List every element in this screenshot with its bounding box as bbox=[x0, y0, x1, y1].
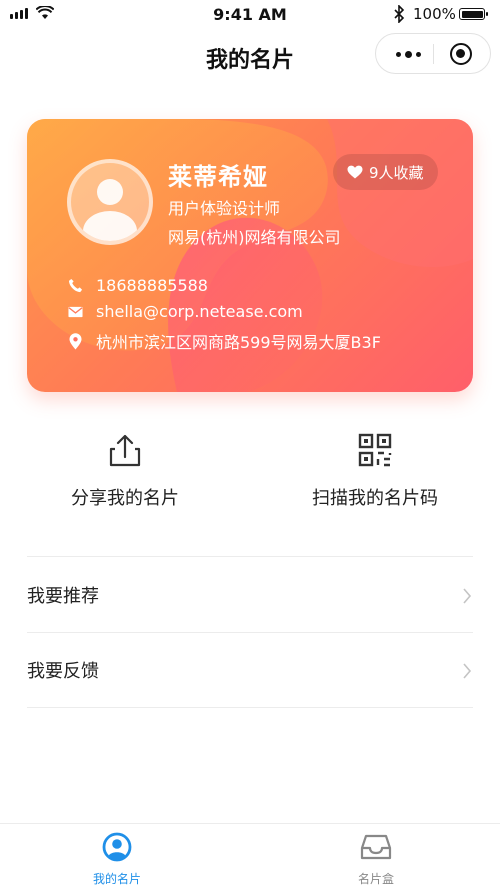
qr-code-icon bbox=[250, 430, 500, 470]
status-bar: 9:41 AM 100% bbox=[0, 0, 500, 28]
card-company: 网易(杭州)网络有限公司 bbox=[168, 228, 341, 247]
favorites-count: 9人收藏 bbox=[369, 163, 424, 182]
capsule-divider bbox=[433, 44, 434, 64]
location-pin-icon bbox=[67, 332, 84, 350]
tab-my-card[interactable]: 我的名片 bbox=[57, 832, 177, 887]
phone-icon bbox=[67, 277, 84, 294]
avatar bbox=[67, 159, 153, 245]
share-card-label: 分享我的名片 bbox=[71, 488, 179, 509]
address-text: 杭州市滨江区网商路599号网易大厦B3F bbox=[96, 333, 381, 352]
tab-label: 名片盒 bbox=[357, 872, 394, 886]
tab-bar: 我的名片 名片盒 bbox=[0, 823, 500, 890]
share-icon bbox=[0, 430, 250, 470]
list-item-label: 我要推荐 bbox=[27, 586, 99, 607]
share-card-button[interactable]: 分享我的名片 bbox=[0, 430, 250, 510]
phone-row[interactable]: 18688885588 bbox=[67, 276, 208, 295]
user-circle-icon bbox=[102, 832, 132, 862]
battery-icon bbox=[459, 8, 488, 20]
phone-number: 18688885588 bbox=[96, 276, 208, 295]
bluetooth-icon bbox=[394, 5, 405, 23]
email-address: shella@corp.netease.com bbox=[96, 302, 303, 321]
chevron-right-icon bbox=[463, 588, 472, 604]
card-name: 莱蒂希娅 bbox=[168, 163, 268, 191]
email-row[interactable]: shella@corp.netease.com bbox=[67, 302, 303, 321]
chevron-right-icon bbox=[463, 663, 472, 679]
scan-card-code-button[interactable]: 扫描我的名片码 bbox=[250, 430, 500, 510]
scan-card-code-label: 扫描我的名片码 bbox=[312, 488, 438, 509]
inbox-tray-icon bbox=[360, 834, 392, 860]
heart-icon bbox=[347, 165, 363, 179]
list-item-label: 我要反馈 bbox=[27, 661, 99, 682]
divider bbox=[27, 707, 473, 708]
more-icon[interactable] bbox=[390, 45, 426, 63]
close-miniprogram-icon[interactable] bbox=[450, 43, 472, 65]
list-item-recommend[interactable]: 我要推荐 bbox=[0, 558, 500, 632]
address-row[interactable]: 杭州市滨江区网商路599号网易大厦B3F bbox=[67, 329, 381, 353]
card-job-title: 用户体验设计师 bbox=[168, 199, 281, 218]
mail-icon bbox=[67, 303, 84, 320]
favorites-badge[interactable]: 9人收藏 bbox=[333, 154, 438, 190]
battery-percent: 100% bbox=[413, 5, 456, 23]
tab-label: 我的名片 bbox=[92, 872, 141, 886]
divider bbox=[27, 556, 473, 557]
tab-card-box[interactable]: 名片盒 bbox=[316, 832, 436, 887]
list-item-feedback[interactable]: 我要反馈 bbox=[0, 633, 500, 707]
business-card[interactable]: 莱蒂希娅 用户体验设计师 网易(杭州)网络有限公司 9人收藏 186888855… bbox=[27, 119, 473, 392]
miniprogram-capsule bbox=[375, 33, 491, 74]
